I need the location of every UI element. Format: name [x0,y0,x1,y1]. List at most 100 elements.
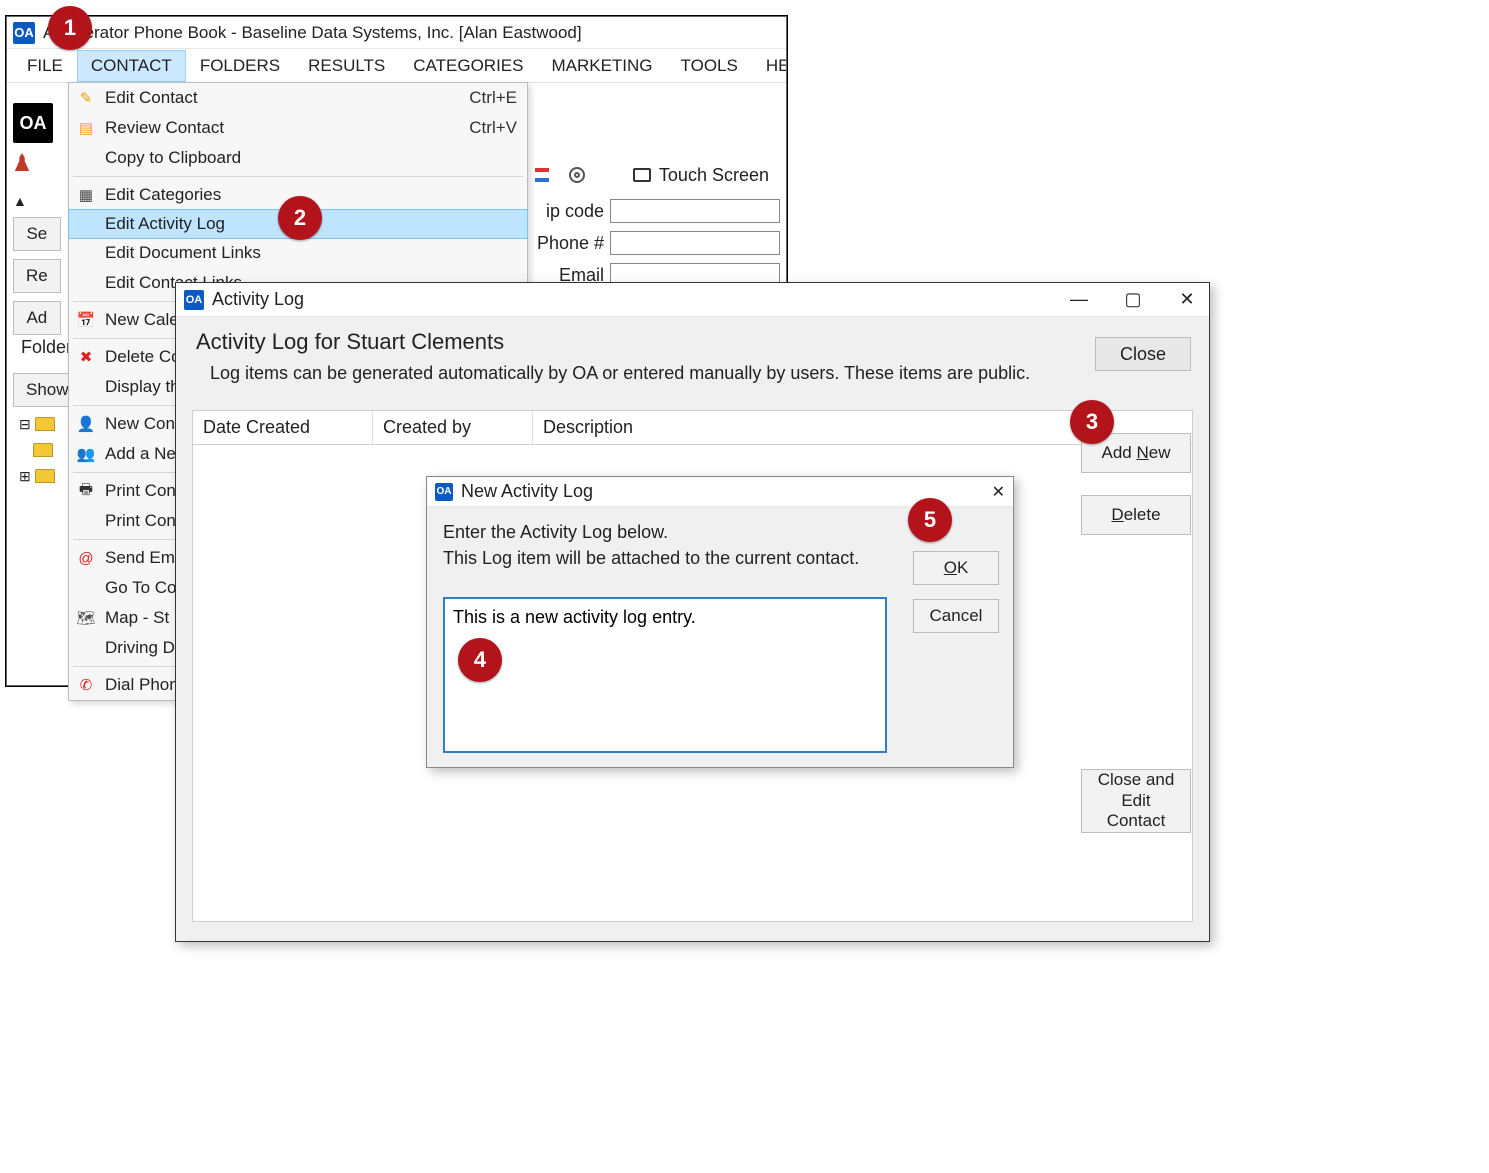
menu-marketing[interactable]: MARKETING [537,50,666,82]
menu-item-label: Send Em [105,548,175,568]
btn-re[interactable]: Re [13,259,61,293]
side-actions: Add New Delete Close and Edit Contact [1081,433,1191,833]
activity-entry-textarea[interactable] [443,597,887,753]
label-zip: ip code [546,201,604,222]
maximize-button[interactable]: ▢ [1119,289,1147,310]
btn-se[interactable]: Se [13,217,61,251]
menu-contact[interactable]: CONTACT [77,50,186,82]
input-zip[interactable] [610,199,780,223]
touch-screen-button[interactable]: Touch Screen [623,161,779,190]
left-buttons: ▲ Se Re Ad [13,193,61,335]
dialog-line2: This Log item will be attached to the cu… [443,548,859,568]
print-icon: 🖶 [77,482,95,500]
menu-tools[interactable]: TOOLS [667,50,752,82]
person-icon[interactable] [13,153,31,171]
step-badge-2: 2 [278,196,322,240]
window-title: Accelerator Phone Book - Baseline Data S… [43,23,582,43]
map-icon: 🗺 [77,609,95,627]
menu-item-label: New Con [105,414,175,434]
menu-item-label: Edit Activity Log [105,214,225,234]
label-phone: Phone # [537,233,604,254]
dialog-line1: Enter the Activity Log below. [443,522,668,542]
folder-tree[interactable]: ⊟ ⊞ [19,411,55,489]
menu-item-label: Delete Co [105,347,181,367]
menu-item-label: Edit Document Links [105,243,261,263]
menu-item-label: New Cale [105,310,179,330]
phone-icon: ✆ [77,676,95,694]
close-x-button[interactable]: ✕ [1173,289,1201,310]
pencil-icon: ✎ [77,89,95,107]
menu-file[interactable]: FILE [13,50,77,82]
col-createdby[interactable]: Created by [373,411,533,444]
menu-item-label: Go To Co [105,578,177,598]
dialog-title: New Activity Log [461,481,593,502]
minimize-button[interactable]: — [1065,289,1093,310]
touch-icon [633,168,651,182]
menu-item-copy-to-clipboard[interactable]: Copy to Clipboard [69,143,527,173]
folder-icon [35,417,55,431]
menu-help[interactable]: HELP [752,50,787,82]
menu-item-label: Review Contact [105,118,224,138]
step-badge-1: 1 [48,6,92,50]
btn-ad[interactable]: Ad [13,301,61,335]
menu-item-edit-contact[interactable]: ✎ Edit Contact Ctrl+E [69,83,527,113]
close-button[interactable]: Close [1095,337,1191,371]
grid-icon: ▦ [77,186,95,204]
menu-item-label: Print Con [105,511,176,531]
menu-item-label: Map - St [105,608,169,628]
ok-button[interactable]: OK [913,551,999,585]
step-badge-3: 3 [1070,400,1114,444]
app-icon: OA [13,22,35,44]
menu-categories[interactable]: CATEGORIES [399,50,537,82]
menu-item-label: Edit Categories [105,185,221,205]
titlebar: OA Accelerator Phone Book - Baseline Dat… [7,17,786,49]
log-subtext: Log items can be generated automatically… [210,363,1189,384]
app-icon: OA [435,483,453,501]
flag-icon[interactable] [535,168,549,182]
dialog-close-x[interactable]: ✕ [992,482,1005,502]
toolbar-logo: OA [13,103,53,143]
menu-item-label: Driving D [105,638,175,658]
tree-row[interactable] [19,437,55,463]
cal-icon: 📅 [77,311,95,329]
folder-icon [35,469,55,483]
step-badge-5: 5 [908,498,952,542]
step-badge-4: 4 [458,638,502,682]
menu-item-label: Dial Phon [105,675,179,695]
menu-item-label: Print Con [105,481,176,501]
delete-button[interactable]: Delete [1081,495,1191,535]
grid-header: Date Created Created by Description [192,410,1193,444]
tree-row[interactable]: ⊟ [19,411,55,437]
tree-row[interactable]: ⊞ [19,463,55,489]
cancel-button[interactable]: Cancel [913,599,999,633]
menu-shortcut: Ctrl+V [469,118,517,138]
folder-icon [33,443,53,457]
menu-item-label: Add a Ne [105,444,176,464]
input-phone[interactable] [610,231,780,255]
menu-item-label: Copy to Clipboard [105,148,241,168]
menu-item-label: Display th [105,377,180,397]
menu-folders[interactable]: FOLDERS [186,50,294,82]
gear-icon[interactable] [569,167,585,183]
persons-icon: 👥 [77,445,95,463]
menubar: FILE CONTACT FOLDERS RESULTS CATEGORIES … [7,49,786,83]
page-icon: ▤ [77,119,95,137]
log-titlebar: OA Activity Log — ▢ ✕ [176,283,1209,317]
menu-item-review-contact[interactable]: ▤ Review Contact Ctrl+V [69,113,527,143]
log-header: Activity Log for Stuart Clements Log ite… [176,317,1209,390]
menu-results[interactable]: RESULTS [294,50,399,82]
person-icon: 👤 [77,415,95,433]
menu-item-label: Edit Contact [105,88,198,108]
log-heading: Activity Log for Stuart Clements [196,329,1189,355]
touch-screen-label: Touch Screen [659,165,769,186]
at-icon: @ [77,549,95,567]
app-icon: OA [184,290,204,310]
close-edit-button[interactable]: Close and Edit Contact [1081,769,1191,833]
log-window-title: Activity Log [212,289,304,310]
menu-shortcut: Ctrl+E [469,88,517,108]
folders-label: Folder [21,337,72,358]
menu-separator [73,176,523,177]
col-date[interactable]: Date Created [193,411,373,444]
x-icon: ✖ [77,348,95,366]
menu-item-edit-document-links[interactable]: Edit Document Links [69,238,527,268]
